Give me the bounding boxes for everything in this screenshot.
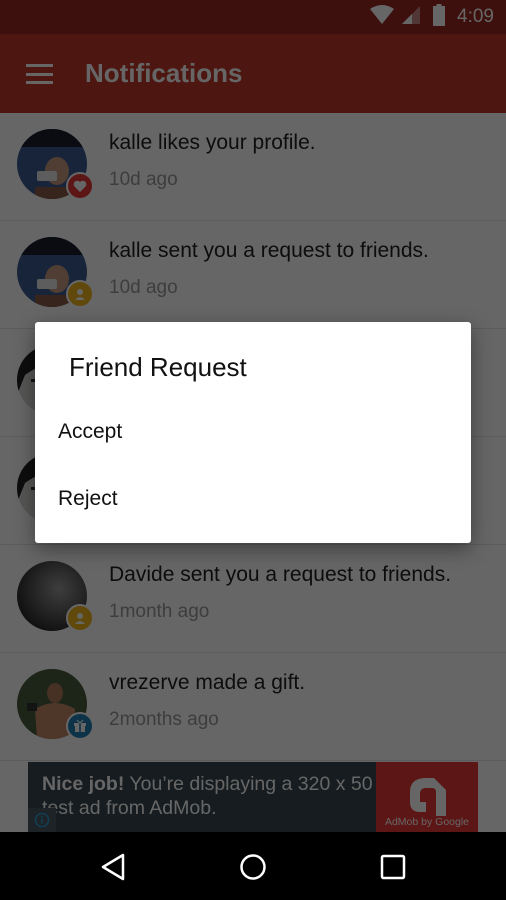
home-icon[interactable] <box>236 850 270 884</box>
system-nav-bar <box>0 832 506 900</box>
reject-option[interactable]: Reject <box>35 466 471 532</box>
accept-option[interactable]: Accept <box>35 399 471 465</box>
back-icon[interactable] <box>96 850 130 884</box>
friend-request-dialog: Friend Request Accept Reject <box>35 322 471 543</box>
recents-icon[interactable] <box>376 850 410 884</box>
dialog-title: Friend Request <box>69 352 247 382</box>
